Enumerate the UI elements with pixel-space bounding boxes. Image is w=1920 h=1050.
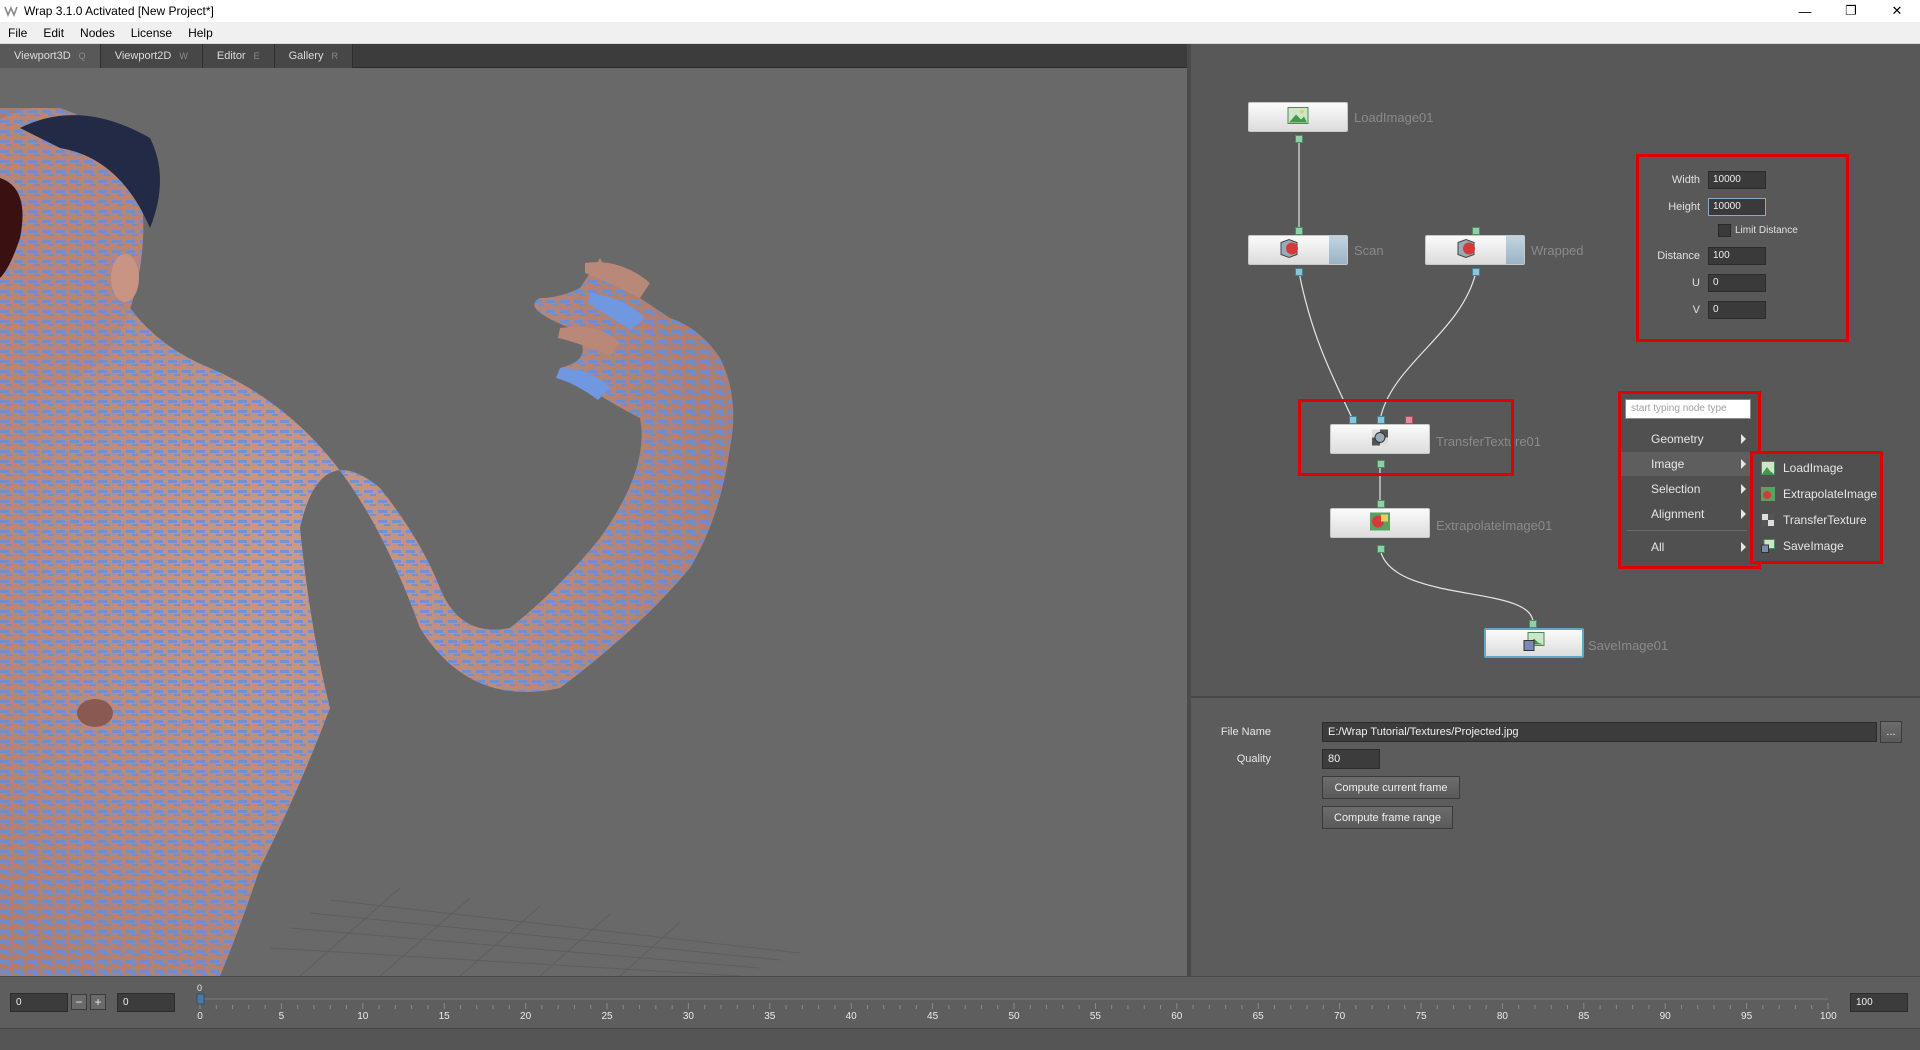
- window-title: Wrap 3.1.0 Activated [New Project*]: [24, 4, 214, 18]
- restore-button[interactable]: ❐: [1828, 0, 1874, 22]
- node-input-port[interactable]: [1472, 227, 1480, 235]
- timeline-playhead[interactable]: [196, 993, 205, 1005]
- ground-grid: [269, 887, 801, 976]
- ear: [111, 254, 139, 302]
- node-output-port[interactable]: [1295, 268, 1303, 276]
- timeline-tick-label: 20: [520, 1011, 532, 1022]
- timeline-increment-button[interactable]: +: [90, 994, 106, 1010]
- node-label-save-image: SaveImage01: [1588, 638, 1669, 653]
- timeline-tick-label: 25: [601, 1011, 613, 1022]
- quality-input[interactable]: 80: [1322, 749, 1380, 769]
- timeline-tick-label: 10: [357, 1011, 369, 1022]
- extrapolate-image-icon: [1369, 512, 1391, 535]
- timeline-tick-label: 40: [845, 1011, 857, 1022]
- viewport-panel: Viewport3D Q Viewport2D W Editor E Galle…: [0, 44, 1187, 976]
- save-image-icon: [1523, 632, 1545, 655]
- minimize-button[interactable]: —: [1782, 0, 1828, 22]
- timeline-tick-label: 100: [1820, 1011, 1837, 1022]
- file-name-input[interactable]: E:/Wrap Tutorial/Textures/Projected.jpg: [1322, 722, 1877, 742]
- compute-frame-range-button[interactable]: Compute frame range: [1322, 806, 1453, 829]
- highlight-box-context-menu: [1618, 391, 1761, 569]
- tab-editor[interactable]: Editor E: [202, 44, 275, 68]
- viewport-3d-canvas[interactable]: [0, 68, 1187, 976]
- timeline-tick-label: 65: [1252, 1011, 1264, 1022]
- nipple: [77, 699, 113, 727]
- node-label-extrapolate-image: ExtrapolateImage01: [1436, 518, 1553, 533]
- timeline-tick-label: 75: [1415, 1011, 1427, 1022]
- node-output-port[interactable]: [1377, 545, 1385, 553]
- timeline-tick-label: 60: [1171, 1011, 1183, 1022]
- browse-file-button[interactable]: ...: [1880, 721, 1902, 743]
- timeline-tick-label: 70: [1334, 1011, 1346, 1022]
- highlight-box-parameters: [1636, 154, 1849, 342]
- timeline-tick-label: 5: [278, 1011, 285, 1022]
- node-label-scan: Scan: [1354, 243, 1384, 258]
- timeline-tick-label: 15: [438, 1011, 450, 1022]
- node-scan[interactable]: [1248, 235, 1348, 265]
- tab-viewport2d-shortcut: W: [179, 51, 188, 61]
- compute-current-frame-button[interactable]: Compute current frame: [1322, 776, 1460, 799]
- timeline-tick-label: 50: [1008, 1011, 1020, 1022]
- node-output-port[interactable]: [1295, 135, 1303, 143]
- timeline-tick-label: 55: [1089, 1011, 1101, 1022]
- highlight-box-transfer-texture: [1298, 399, 1514, 476]
- node-load-image[interactable]: [1248, 102, 1348, 132]
- timeline-current-frame-input[interactable]: 0: [117, 993, 175, 1012]
- node-output-port[interactable]: [1472, 268, 1480, 276]
- timeline-tick-label: 90: [1659, 1011, 1671, 1022]
- tab-editor-label: Editor: [216, 50, 246, 62]
- node-save-image[interactable]: [1484, 628, 1584, 658]
- timeline-tick-label: 85: [1578, 1011, 1590, 1022]
- timeline-tick-label: 30: [682, 1011, 694, 1022]
- timeline-tick-label: 95: [1741, 1011, 1753, 1022]
- status-bar: [0, 1028, 1920, 1050]
- properties-panel: File Name E:/Wrap Tutorial/Textures/Proj…: [1191, 698, 1920, 976]
- title-bar: Wrap 3.1.0 Activated [New Project*] — ❐ …: [0, 0, 1920, 22]
- tab-gallery[interactable]: Gallery R: [274, 44, 353, 68]
- timeline-bar: 0 − + 0 0 0 5 10 15 20 25 30 35 40 45 50 55 60 65 70 75…: [0, 976, 1920, 1028]
- highlight-box-image-submenu: [1750, 451, 1883, 564]
- timeline-start-input[interactable]: 0: [10, 993, 68, 1012]
- tab-viewport3d[interactable]: Viewport3D Q: [0, 44, 101, 68]
- node-label-wrapped: Wrapped: [1531, 243, 1584, 258]
- tab-viewport2d-label: Viewport2D: [114, 50, 172, 62]
- quality-label: Quality: [1236, 753, 1271, 765]
- menu-bar: File Edit Nodes License Help: [0, 22, 1920, 44]
- menu-help[interactable]: Help: [180, 22, 221, 44]
- menu-nodes[interactable]: Nodes: [72, 22, 123, 44]
- node-input-port[interactable]: [1295, 227, 1303, 235]
- tab-viewport2d[interactable]: Viewport2D W: [100, 44, 203, 68]
- tab-editor-shortcut: E: [253, 51, 260, 61]
- node-wrapped[interactable]: [1425, 235, 1525, 265]
- tab-gallery-shortcut: R: [331, 51, 338, 61]
- timeline-tick-label: 80: [1496, 1011, 1508, 1022]
- menu-license[interactable]: License: [123, 22, 180, 44]
- geometry-icon: [1278, 238, 1300, 262]
- node-input-port[interactable]: [1529, 620, 1537, 628]
- timeline-tick-label: 0: [197, 1011, 203, 1022]
- node-side-bar: [1506, 236, 1524, 264]
- timeline-tick-label: 45: [927, 1011, 939, 1022]
- wrap-app-icon: [4, 4, 20, 18]
- menu-file[interactable]: File: [0, 22, 35, 44]
- node-graph-editor[interactable]: LoadImage01 Scan Wrapped TransferTexture…: [1191, 44, 1920, 698]
- timeline-decrement-button[interactable]: −: [71, 994, 87, 1010]
- timeline-end-input[interactable]: 100: [1850, 993, 1908, 1012]
- viewport-tab-bar: Viewport3D Q Viewport2D W Editor E Galle…: [0, 44, 1187, 68]
- tab-viewport3d-shortcut: Q: [78, 51, 86, 61]
- geometry-icon: [1455, 238, 1477, 262]
- image-icon: [1287, 107, 1309, 128]
- tab-viewport3d-label: Viewport3D: [14, 50, 71, 62]
- node-label-load-image: LoadImage01: [1354, 110, 1434, 125]
- textured-body-model: [0, 108, 801, 976]
- tab-gallery-label: Gallery: [288, 50, 324, 62]
- node-input-port[interactable]: [1377, 500, 1385, 508]
- node-side-bar: [1329, 236, 1347, 264]
- menu-edit[interactable]: Edit: [35, 22, 72, 44]
- timeline-tick-label: 35: [764, 1011, 776, 1022]
- node-extrapolate-image[interactable]: [1330, 508, 1430, 538]
- close-button[interactable]: ✕: [1874, 0, 1920, 22]
- file-name-label: File Name: [1220, 726, 1271, 738]
